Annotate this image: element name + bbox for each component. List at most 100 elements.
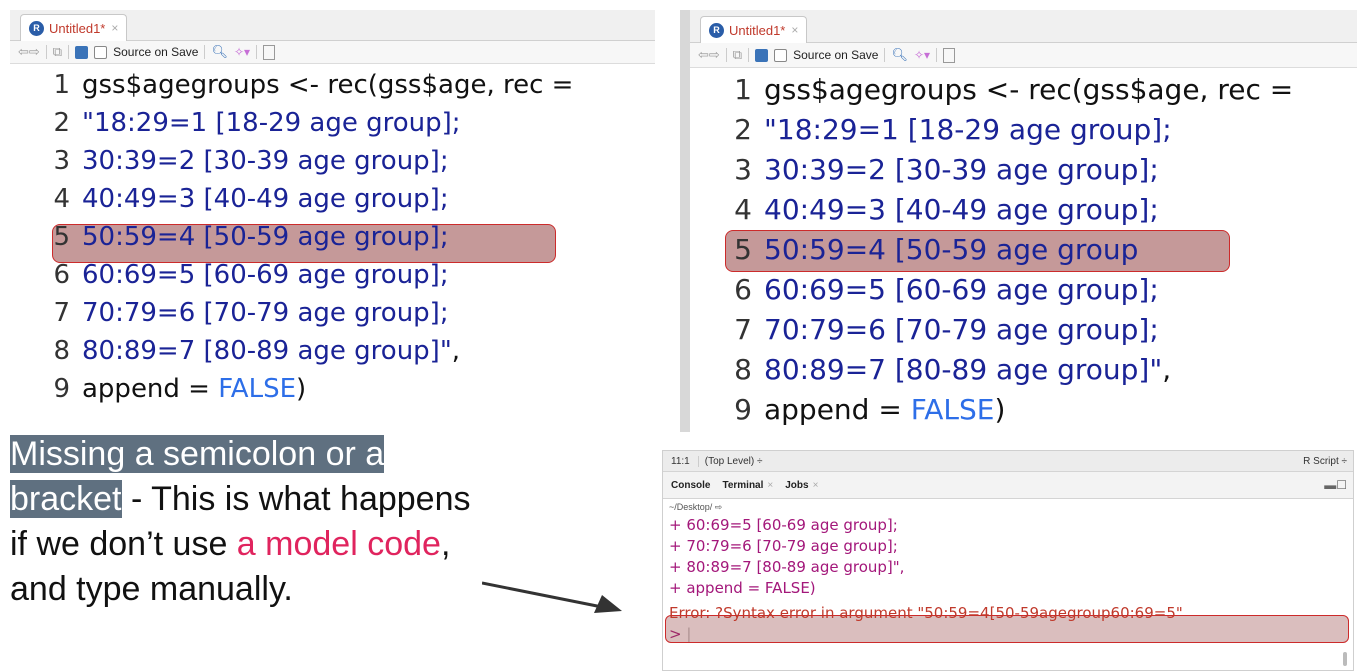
right-editor-tab[interactable]: R Untitled1* × [700,16,808,43]
line-number: 4 [53,184,70,214]
toolbar-divider [68,45,70,59]
console-error: Error: ?Syntax error in argument "50:59=… [669,604,1183,622]
code-line[interactable]: 6 60:69=5 [60-69 age group]; [10,256,655,294]
code-token: 70:79=6 [70-79 age group]; [764,313,1159,346]
right-editor-tabbar: R Untitled1* × [690,10,1357,43]
line-number: 1 [53,70,70,100]
code-line[interactable]: 6 60:69=5 [60-69 age group]; [690,270,1357,310]
minimize-maximize-icon[interactable]: ▬☐ [1324,478,1347,492]
right-editor-panel: R Untitled1* × ⇦⇨ ⧉ Source on Save 🔍︎ ✧▾… [680,10,1357,432]
toolbar-divider [884,48,886,62]
scrollbar[interactable] [1343,652,1347,666]
code-tools-wand-icon[interactable]: ✧▾ [914,48,930,62]
code-line[interactable]: 1 gss$agegroups <- rec(gss$age, rec = [690,70,1357,110]
console-line: + append = FALSE) [669,579,816,597]
code-line[interactable]: 8 80:89=7 [80-89 age group]", [10,332,655,370]
code-token: FALSE [910,393,995,426]
code-line[interactable]: 5 50:59=4 [50-59 age group]; [10,218,655,256]
arrow-icon [482,581,622,613]
toolbar-divider [748,48,750,62]
toolbar-divider [725,48,727,62]
source-on-save-checkbox[interactable] [774,48,788,62]
code-token: 50:59=4 [50-59 age group]; [82,222,449,252]
left-editor-tab[interactable]: R Untitled1* × [20,14,128,41]
tab-jobs[interactable]: Jobs × [785,480,818,491]
code-line[interactable]: 9 append = FALSE) [10,370,655,408]
code-line[interactable]: 3 30:39=2 [30-39 age group]; [690,150,1357,190]
back-forward-icon[interactable]: ⇦⇨ [698,47,720,63]
close-icon[interactable]: × [767,480,773,491]
save-icon[interactable] [755,48,769,62]
save-icon[interactable] [75,45,89,59]
right-code-editor[interactable]: 1 gss$agegroups <- rec(gss$age, rec = 2 "18… [690,70,1357,430]
annotation-note: Missing a semicolon or a bracket - This … [10,432,480,612]
code-token: FALSE [218,374,297,404]
line-number: 2 [53,108,70,138]
console-panel: 11:1 (Top Level) ÷ R Script ÷ Console Te… [662,450,1354,671]
code-line[interactable]: 4 40:49=3 [40-49 age group]; [10,180,655,218]
line-number: 5 [734,233,752,266]
show-in-window-icon[interactable]: ⧉ [733,47,742,63]
code-token: 80:89=7 [80-89 age group]" [82,336,452,366]
code-token: ) [994,393,1006,426]
r-file-icon: R [709,22,724,38]
annotation-emphasis: a model code [236,525,441,563]
code-line[interactable]: 5 50:59=4 [50-59 age group [690,230,1357,270]
left-code-editor[interactable]: 1 gss$agegroups <- rec(gss$age, rec = 2 "18… [10,66,655,408]
line-number: 3 [53,146,70,176]
line-number: 1 [734,73,752,106]
code-line[interactable]: 2 "18:29=1 [18-29 age group]; [690,110,1357,150]
line-number: 6 [734,273,752,306]
working-directory[interactable]: ~/Desktop/ ⇨ [663,499,1353,515]
line-number: 5 [53,222,70,252]
code-token: 30:39=2 [30-39 age group]; [764,153,1159,186]
line-number: 9 [734,393,752,426]
tab-close-icon[interactable]: × [791,23,798,37]
toolbar-divider [256,45,258,59]
code-token: 30:39=2 [30-39 age group]; [82,146,449,176]
line-number: 3 [734,153,752,186]
code-token: 80:89=7 [80-89 age group]" [764,353,1163,386]
console-tabs: Console Terminal × Jobs × ▬☐ [663,472,1353,499]
tab-terminal[interactable]: Terminal × [722,480,773,491]
code-token: 60:69=5 [60-69 age group]; [764,273,1159,306]
code-token: 70:79=6 [70-79 age group]; [82,298,449,328]
editor-status-bar: 11:1 (Top Level) ÷ R Script ÷ [663,451,1353,472]
document-outline-icon[interactable] [263,44,276,60]
line-number: 8 [53,336,70,366]
console-line: + 70:79=6 [70-79 age group]; [669,537,898,555]
console-line: + 80:89=7 [80-89 age group]", [669,558,905,576]
code-line[interactable]: 3 30:39=2 [30-39 age group]; [10,142,655,180]
code-line[interactable]: 7 70:79=6 [70-79 age group]; [10,294,655,332]
source-on-save-checkbox[interactable] [94,45,108,59]
line-number: 7 [53,298,70,328]
code-line[interactable]: 1 gss$agegroups <- rec(gss$age, rec = [10,66,655,104]
code-token: 40:49=3 [40-49 age group]; [82,184,449,214]
tab-console[interactable]: Console [671,480,710,491]
document-outline-icon[interactable] [943,47,956,63]
toolbar-divider [45,45,47,59]
cursor-position: 11:1 [663,455,699,467]
search-icon[interactable]: 🔍︎ [891,47,908,63]
show-in-window-icon[interactable]: ⧉ [53,44,62,60]
back-forward-icon[interactable]: ⇦⇨ [18,44,40,60]
code-line[interactable]: 2 "18:29=1 [18-29 age group]; [10,104,655,142]
left-editor-panel: R Untitled1* × ⇦⇨ ⧉ Source on Save 🔍︎ ✧▾… [10,10,655,412]
code-token: , [451,336,461,366]
tab-close-icon[interactable]: × [111,21,118,35]
code-token: 50:59=4 [50-59 age group [764,233,1139,266]
line-number: 6 [53,260,70,290]
code-line[interactable]: 9 append = FALSE) [690,390,1357,430]
line-number: 9 [53,374,70,404]
close-icon[interactable]: × [813,480,819,491]
scope-selector[interactable]: (Top Level) ÷ [699,456,763,467]
file-type-selector[interactable]: R Script ÷ [1303,456,1353,467]
code-line[interactable]: 7 70:79=6 [70-79 age group]; [690,310,1357,350]
code-tools-wand-icon[interactable]: ✧▾ [234,45,250,59]
code-line[interactable]: 4 40:49=3 [40-49 age group]; [690,190,1357,230]
search-icon[interactable]: 🔍︎ [211,44,228,60]
code-token: append = [764,393,911,426]
line-number: 8 [734,353,752,386]
code-token: 40:49=3 [40-49 age group]; [764,193,1159,226]
code-line[interactable]: 8 80:89=7 [80-89 age group]", [690,350,1357,390]
